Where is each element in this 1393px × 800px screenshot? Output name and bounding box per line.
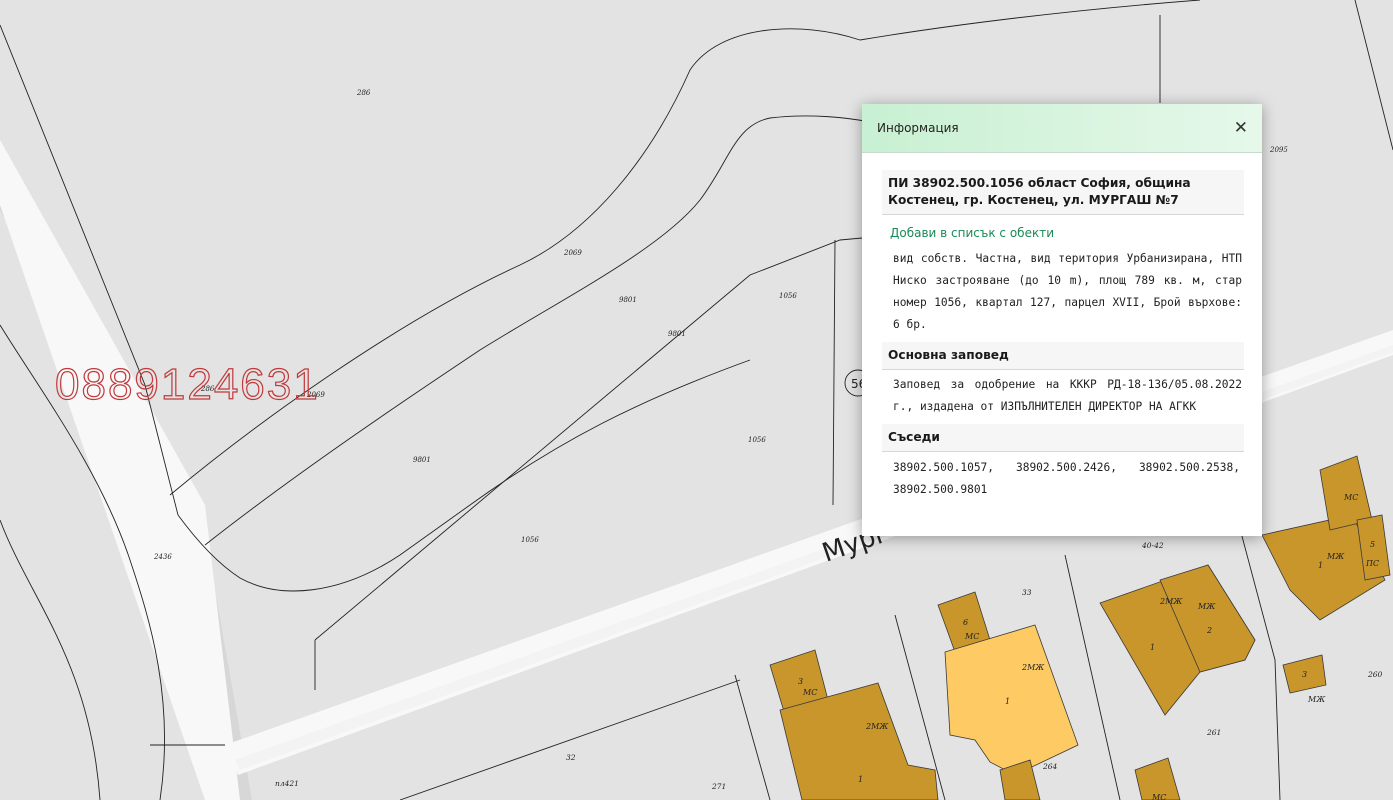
parcel-label: 9801 [668,330,686,338]
parcel-label: 2069 [563,249,582,257]
neighbors-list: 38902.500.1057, 38902.500.2426, 38902.50… [882,452,1244,504]
popup-header: Информация ✕ [862,104,1262,153]
add-to-list-link[interactable]: Добави в списък с обекти [882,215,1244,245]
building-label: 1 [1005,697,1010,706]
neighbor-item: 38902.500.2426, [1015,461,1118,474]
parcel-label: 9801 [413,456,431,464]
parcel-label: 264 [1042,762,1058,771]
building-label: МЖ [1197,602,1216,611]
building-label: 2 [1206,626,1212,635]
building-label: 1 [858,775,863,784]
building-label: ПС [1365,559,1379,568]
building-label: 5 [1370,540,1375,549]
order-heading: Основна заповед [882,342,1244,370]
building-label: 3 [798,677,803,686]
building-label: МЖ [1307,695,1326,704]
parcel-heading: ПИ 38902.500.1056 област София, община К… [882,170,1244,215]
neighbor-item: 38902.500.9801 [893,483,988,496]
parcel-label: 2436 [153,553,172,561]
building-label: 6 [963,618,968,627]
building-label: 1 [1150,643,1155,652]
building-label: 2МЖ [865,722,889,731]
parcel-label: 33 [1022,588,1032,597]
order-text: Заповед за одобрение на КККР РД-18-136/0… [893,378,1242,413]
parcel-label: пл421 [275,779,299,788]
building-label: МС [1343,493,1358,502]
building-label: МС [964,632,979,641]
parcel-label: 2095 [1269,146,1288,154]
parcel-label: 9801 [619,296,637,304]
building-label: 2МЖ [1159,597,1183,606]
parcel-label: 271 [711,782,726,791]
parcel-label: 1056 [748,436,766,444]
building-label: МЖ [1326,552,1345,561]
building-label: МС [1151,793,1166,800]
watermark-phone: 0889124631 [54,359,320,409]
popup-body: ПИ 38902.500.1056 област София, община К… [862,153,1262,504]
building-label: 3 [1302,670,1307,679]
building-label: 1 [1318,561,1323,570]
neighbor-item: 38902.500.1057, [893,461,995,474]
close-icon[interactable]: ✕ [1234,118,1248,138]
parcel-label: 286 [356,89,371,97]
info-popup: Информация ✕ ПИ 38902.500.1056 област Со… [862,104,1262,536]
neighbors-heading: Съседи [882,424,1244,452]
parcel-label: 40-42 [1141,541,1164,550]
parcel-label: 1056 [521,536,539,544]
neighbor-item: 38902.500.2538, [1138,461,1240,474]
building-label: МС [802,688,817,697]
parcel-label: 260 [1367,670,1383,679]
parcel-label: 261 [1206,728,1221,737]
parcel-details: вид собств. Частна, вид територия Урбани… [893,252,1242,331]
parcel-label: 32 [566,753,576,762]
building-label: 2МЖ [1021,663,1045,672]
popup-title: Информация [877,121,959,135]
parcel-label: 1056 [779,292,797,300]
